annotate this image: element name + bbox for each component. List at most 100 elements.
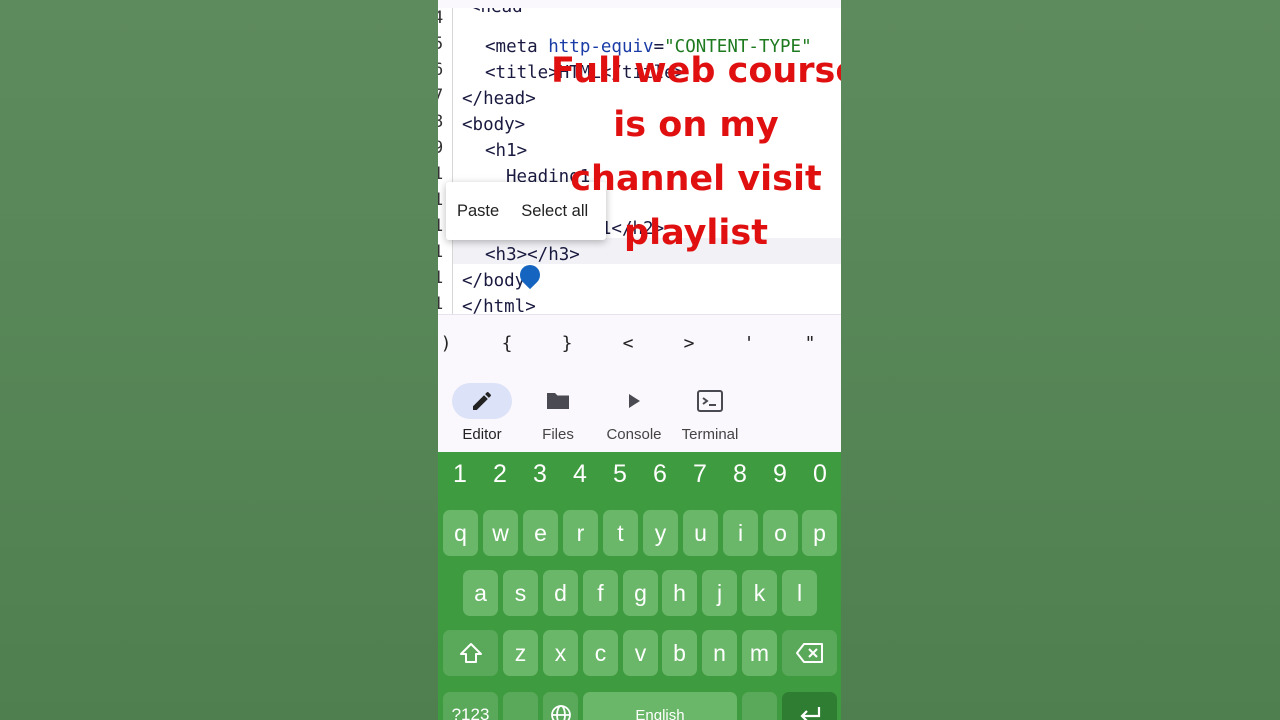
terminal-icon xyxy=(697,390,723,412)
line-number: 12 xyxy=(438,216,444,236)
key-number[interactable]: 4 xyxy=(562,460,598,489)
key-number[interactable]: 1 xyxy=(442,460,478,489)
code-line: <h1> xyxy=(485,141,528,161)
symbol-key[interactable]: ) xyxy=(438,333,466,354)
symbol-key[interactable]: " xyxy=(790,333,830,354)
emoji-key[interactable] xyxy=(503,692,538,720)
key-letter[interactable]: u xyxy=(683,510,718,556)
line-number: 13 xyxy=(438,242,444,262)
key-letter[interactable]: e xyxy=(523,510,558,556)
nav-files-icon-container xyxy=(528,383,588,419)
bottom-navigation: Editor Files Console Terminal xyxy=(438,377,841,452)
key-number[interactable]: 8 xyxy=(722,460,758,489)
key-letter[interactable]: q xyxy=(443,510,478,556)
nav-console-icon-container xyxy=(604,383,664,419)
nav-console[interactable]: Console xyxy=(596,383,672,443)
paste-menu-item[interactable]: Paste xyxy=(446,202,510,221)
symbol-bar: ) { } < > ' " xyxy=(438,314,841,378)
key-letter[interactable]: o xyxy=(763,510,798,556)
background-left xyxy=(0,0,438,720)
key-letter[interactable]: w xyxy=(483,510,518,556)
key-number[interactable]: 0 xyxy=(802,460,838,489)
line-number: 6 xyxy=(438,60,444,80)
key-number[interactable]: 7 xyxy=(682,460,718,489)
key-letter[interactable]: i xyxy=(723,510,758,556)
nav-editor-label: Editor xyxy=(462,426,502,443)
code-line: <head xyxy=(470,8,523,20)
key-letter[interactable]: f xyxy=(583,570,618,616)
key-letter[interactable]: s xyxy=(503,570,538,616)
key-letter[interactable]: m xyxy=(742,630,777,676)
symbol-key[interactable]: < xyxy=(608,333,648,354)
language-key[interactable] xyxy=(543,692,578,720)
nav-files-label: Files xyxy=(542,426,574,443)
line-number: 5 xyxy=(438,34,444,54)
promo-line: playlist xyxy=(624,213,768,253)
code-line: </html> xyxy=(462,297,536,314)
folder-icon xyxy=(547,393,569,409)
key-letter[interactable]: g xyxy=(623,570,658,616)
line-number: 4 xyxy=(438,8,444,28)
line-number: 10 xyxy=(438,164,444,184)
nav-terminal[interactable]: Terminal xyxy=(672,383,748,443)
key-letter[interactable]: v xyxy=(623,630,658,676)
shift-icon xyxy=(459,643,482,663)
symbols-key[interactable]: ?123 xyxy=(443,692,498,720)
enter-icon xyxy=(799,707,820,720)
code-line: <body> xyxy=(462,115,526,135)
symbol-key[interactable]: ' xyxy=(729,333,769,354)
key-number[interactable]: 2 xyxy=(482,460,518,489)
backspace-icon xyxy=(795,643,823,663)
line-number: 11 xyxy=(438,190,444,210)
space-bar[interactable]: English xyxy=(583,692,737,720)
play-icon xyxy=(629,394,640,408)
nav-terminal-label: Terminal xyxy=(681,426,739,443)
key-letter[interactable]: t xyxy=(603,510,638,556)
key-letter[interactable]: x xyxy=(543,630,578,676)
key-letter[interactable]: n xyxy=(702,630,737,676)
key-number[interactable]: 3 xyxy=(522,460,558,489)
enter-key[interactable] xyxy=(782,692,837,720)
keyboard-number-row: 1 2 3 4 5 6 7 8 9 0 xyxy=(438,460,841,500)
symbol-key[interactable]: } xyxy=(547,333,587,354)
nav-editor[interactable]: Editor xyxy=(444,383,520,443)
line-number-gutter: 4 5 6 7 8 9 10 11 12 13 14 15 xyxy=(438,8,453,314)
promo-overlay-text: Full web course is on my channel visit p… xyxy=(551,44,841,260)
symbol-key[interactable]: > xyxy=(669,333,709,354)
line-number: 8 xyxy=(438,112,444,132)
pencil-icon xyxy=(473,391,491,410)
key-letter[interactable]: k xyxy=(742,570,777,616)
nav-files[interactable]: Files xyxy=(520,383,596,443)
key-letter[interactable]: l xyxy=(782,570,817,616)
period-key[interactable] xyxy=(742,692,777,720)
key-letter[interactable]: d xyxy=(543,570,578,616)
shift-key[interactable] xyxy=(443,630,498,676)
key-letter[interactable]: a xyxy=(463,570,498,616)
key-letter[interactable]: r xyxy=(563,510,598,556)
background-right xyxy=(841,0,1280,720)
nav-editor-icon-container xyxy=(452,383,512,419)
key-letter[interactable]: p xyxy=(802,510,837,556)
key-letter[interactable]: y xyxy=(643,510,678,556)
promo-line: is on my xyxy=(613,105,779,145)
promo-line: Full web course xyxy=(551,51,841,91)
line-number: 14 xyxy=(438,268,444,288)
soft-keyboard: 1 2 3 4 5 6 7 8 9 0 q w e r t y u i o p … xyxy=(438,452,841,720)
promo-line: channel visit xyxy=(570,159,822,199)
key-number[interactable]: 5 xyxy=(602,460,638,489)
key-letter[interactable]: b xyxy=(662,630,697,676)
symbol-key[interactable]: { xyxy=(487,333,527,354)
line-number: 9 xyxy=(438,138,444,158)
backspace-key[interactable] xyxy=(782,630,837,676)
key-letter[interactable]: h xyxy=(662,570,697,616)
nav-terminal-icon-container xyxy=(680,383,740,419)
line-number: 15 xyxy=(438,294,444,314)
code-line: </head> xyxy=(462,89,536,109)
key-letter[interactable]: c xyxy=(583,630,618,676)
phone-screen: 4 5 6 7 8 9 10 11 12 13 14 15 <head <met… xyxy=(438,0,841,720)
key-number[interactable]: 6 xyxy=(642,460,678,489)
key-letter[interactable]: z xyxy=(503,630,538,676)
code-tag: <meta xyxy=(485,37,549,57)
key-number[interactable]: 9 xyxy=(762,460,798,489)
key-letter[interactable]: j xyxy=(702,570,737,616)
